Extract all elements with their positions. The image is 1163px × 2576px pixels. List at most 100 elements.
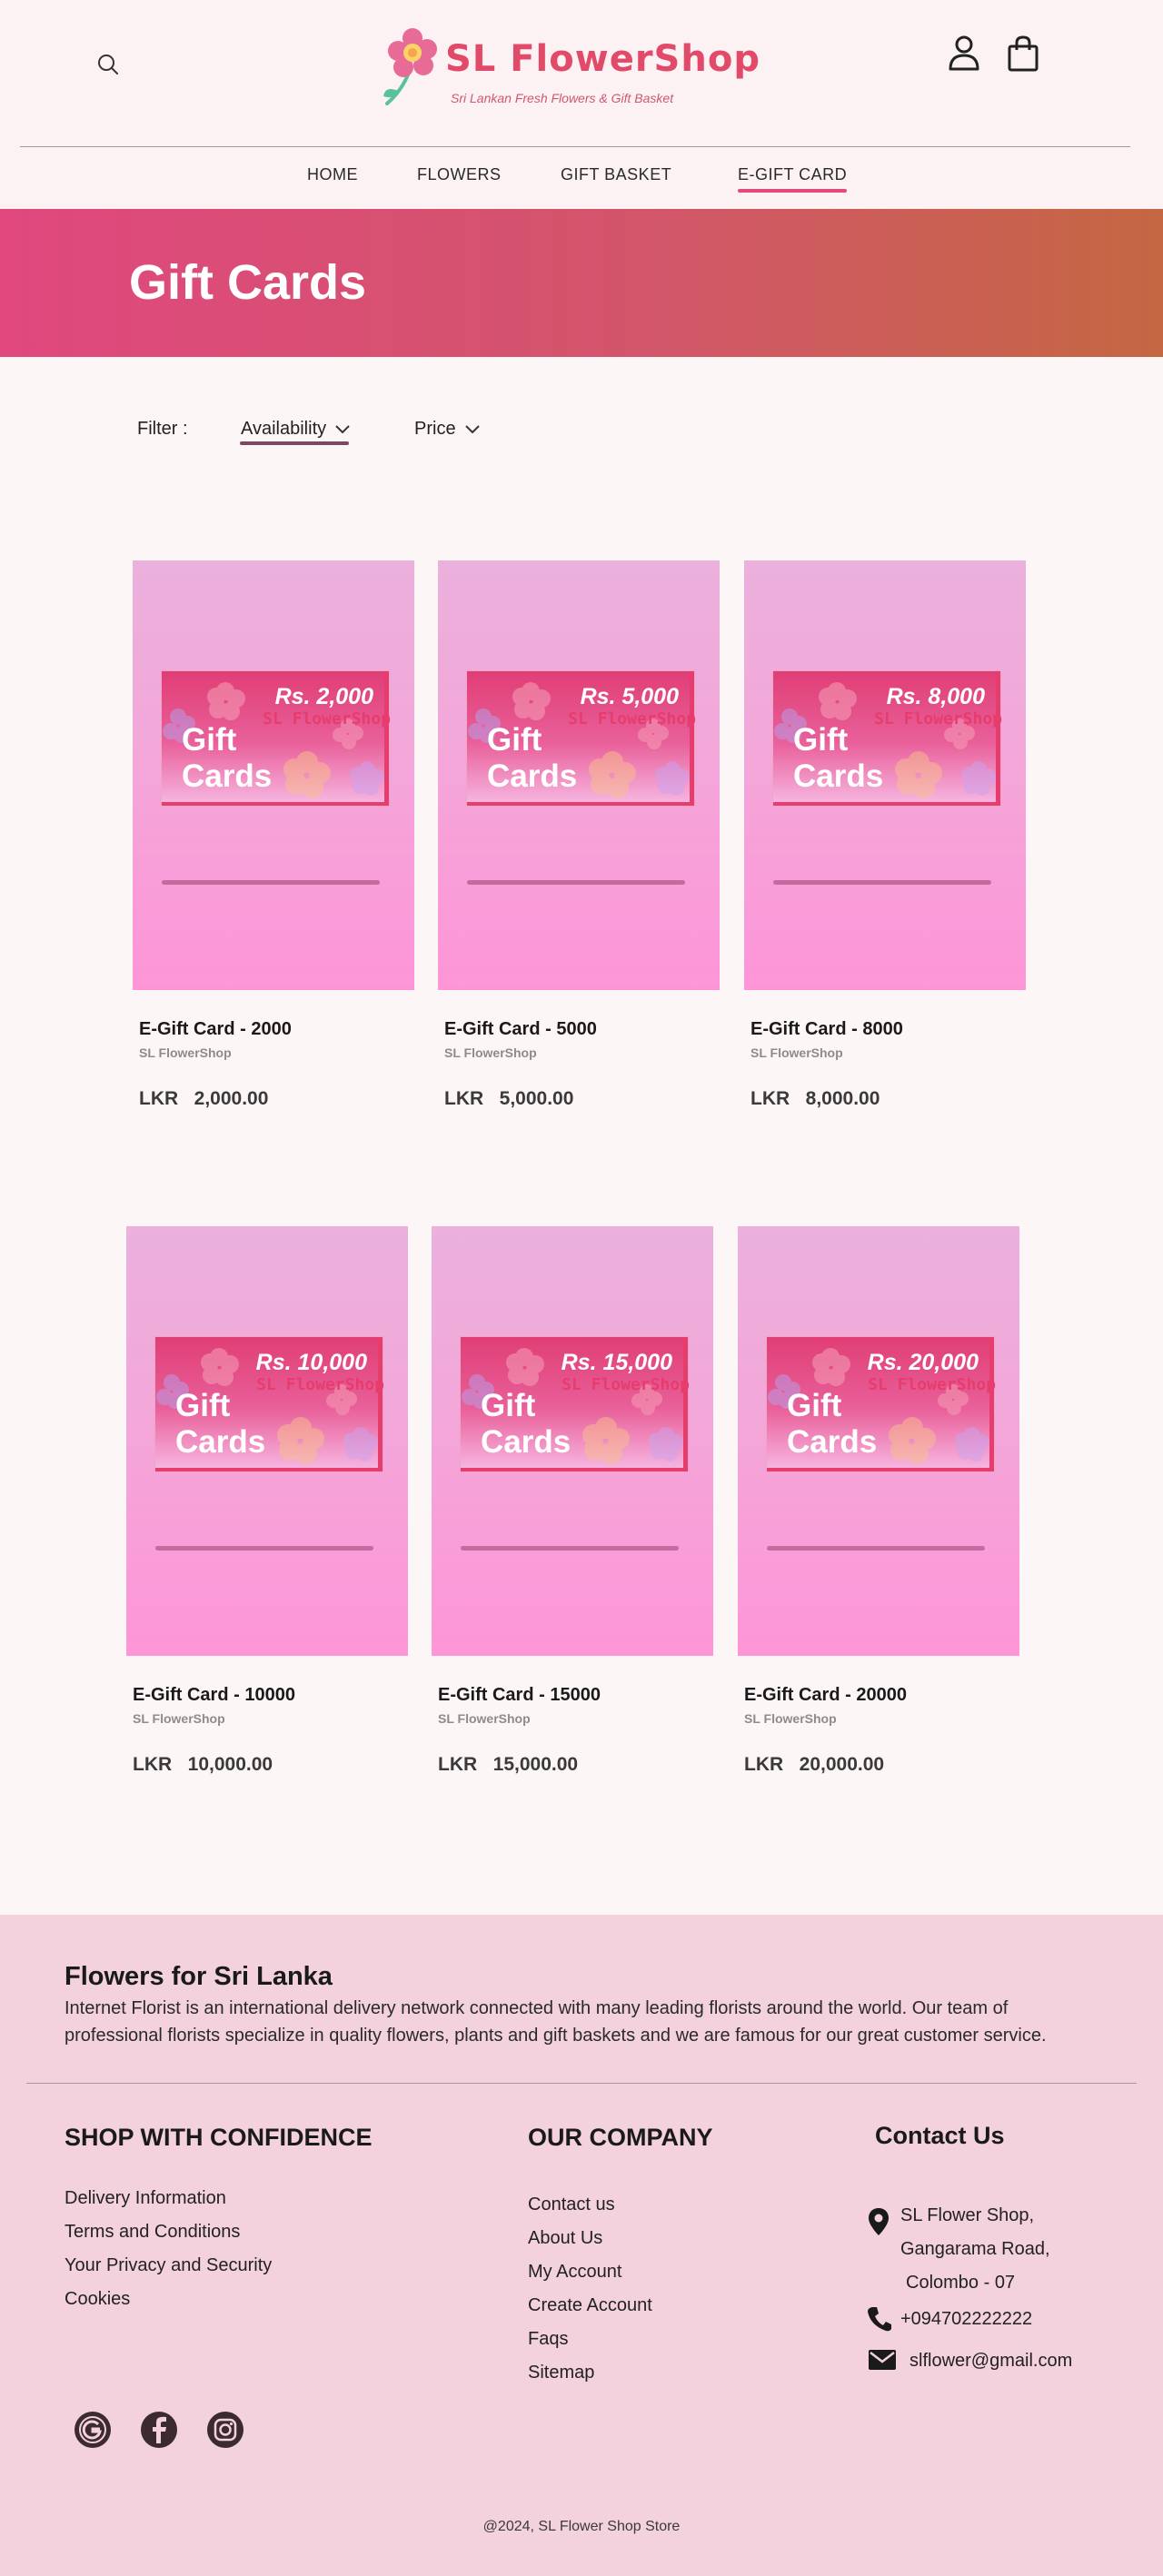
gift-card-graphic: Rs. 15,000 Gift Cards bbox=[461, 1337, 688, 1471]
gift-card-word-gift: Gift bbox=[487, 722, 542, 758]
product-card[interactable]: Rs. 2,000 Gift Cards SL FlowerShop E-Gif… bbox=[133, 560, 414, 1142]
product-name[interactable]: E-Gift Card - 2000 bbox=[139, 1019, 292, 1040]
link-terms-and-conditions[interactable]: Terms and Conditions bbox=[65, 2222, 240, 2243]
price-filter-label: Price bbox=[414, 419, 456, 439]
gift-card-shadow-line bbox=[773, 880, 991, 885]
chevron-down-icon bbox=[335, 425, 350, 434]
product-vendor: SL FlowerShop bbox=[744, 1711, 837, 1726]
copyright-text: @2024, SL Flower Shop Store bbox=[482, 2519, 681, 2534]
product-image[interactable]: Rs. 10,000 Gift Cards SL FlowerShop bbox=[126, 1226, 408, 1656]
product-card[interactable]: Rs. 5,000 Gift Cards SL FlowerShop E-Gif… bbox=[438, 560, 720, 1142]
gift-card-brand: SL FlowerShop bbox=[256, 1375, 384, 1394]
gift-card-amount: Rs. 20,000 bbox=[867, 1350, 979, 1375]
price-filter[interactable]: Price bbox=[414, 419, 480, 440]
site-footer: Flowers for Sri Lanka Internet Florist i… bbox=[0, 1915, 1163, 2576]
link-privacy-and-security[interactable]: Your Privacy and Security bbox=[65, 2255, 272, 2276]
link-my-account[interactable]: My Account bbox=[528, 2262, 621, 2283]
contact-us-heading: Contact Us bbox=[875, 2122, 1005, 2149]
main-nav: HOME FLOWERS GIFT BASKET E-GIFT CARD bbox=[0, 165, 1163, 198]
nav-home[interactable]: HOME bbox=[307, 165, 358, 184]
brand-subtitle: Sri Lankan Fresh Flowers & Gift Basket bbox=[451, 91, 674, 105]
product-card[interactable]: Rs. 15,000 Gift Cards SL FlowerShop E-Gi… bbox=[432, 1226, 713, 1808]
gift-card-shadow-line bbox=[461, 1546, 679, 1551]
product-name[interactable]: E-Gift Card - 8000 bbox=[750, 1019, 903, 1040]
gift-card-amount: Rs. 15,000 bbox=[561, 1350, 672, 1375]
link-delivery-information[interactable]: Delivery Information bbox=[65, 2188, 226, 2209]
gift-card-shadow-line bbox=[467, 880, 685, 885]
product-name[interactable]: E-Gift Card - 20000 bbox=[744, 1685, 907, 1706]
location-pin-icon bbox=[869, 2208, 889, 2235]
gift-card-graphic: Rs. 10,000 Gift Cards bbox=[155, 1337, 383, 1471]
gift-card-graphic: Rs. 8,000 Gift Cards bbox=[773, 671, 1000, 806]
user-icon[interactable] bbox=[948, 35, 980, 71]
gift-card-word-gift: Gift bbox=[793, 722, 849, 758]
product-price: LKR 5,000.00 bbox=[444, 1088, 574, 1109]
gift-card-word-cards: Cards bbox=[481, 1424, 572, 1460]
address-line-1: SL Flower Shop, bbox=[900, 2205, 1035, 2225]
nav-e-gift-card[interactable]: E-GIFT CARD bbox=[738, 165, 848, 193]
instagram-icon[interactable] bbox=[206, 2411, 244, 2449]
product-card[interactable]: Rs. 8,000 Gift Cards SL FlowerShop E-Gif… bbox=[744, 560, 1026, 1142]
product-vendor: SL FlowerShop bbox=[444, 1045, 537, 1060]
link-contact-us[interactable]: Contact us bbox=[528, 2195, 615, 2215]
product-price: LKR 8,000.00 bbox=[750, 1088, 880, 1109]
product-image[interactable]: Rs. 5,000 Gift Cards SL FlowerShop bbox=[438, 560, 720, 990]
link-create-account[interactable]: Create Account bbox=[528, 2295, 652, 2316]
nav-flowers[interactable]: FLOWERS bbox=[417, 165, 502, 184]
gift-card-amount: Rs. 5,000 bbox=[580, 684, 679, 709]
search-icon[interactable] bbox=[96, 53, 120, 76]
facebook-icon[interactable] bbox=[140, 2411, 178, 2449]
gift-card-brand: SL FlowerShop bbox=[868, 1375, 996, 1394]
product-vendor: SL FlowerShop bbox=[133, 1711, 225, 1726]
product-name[interactable]: E-Gift Card - 15000 bbox=[438, 1685, 601, 1706]
gift-card-word-cards: Cards bbox=[182, 758, 273, 794]
product-card[interactable]: Rs. 20,000 Gift Cards SL FlowerShop E-Gi… bbox=[738, 1226, 1019, 1808]
gift-card-amount: Rs. 10,000 bbox=[255, 1350, 367, 1375]
product-image[interactable]: Rs. 20,000 Gift Cards SL FlowerShop bbox=[738, 1226, 1019, 1656]
product-name[interactable]: E-Gift Card - 5000 bbox=[444, 1019, 597, 1040]
link-sitemap[interactable]: Sitemap bbox=[528, 2363, 594, 2383]
product-price: LKR 15,000.00 bbox=[438, 1754, 579, 1775]
brand-title: SL FlowerShop bbox=[445, 38, 760, 80]
gift-card-brand: SL FlowerShop bbox=[562, 1375, 690, 1394]
product-image[interactable]: Rs. 8,000 Gift Cards SL FlowerShop bbox=[744, 560, 1026, 990]
site-logo[interactable]: SL FlowerShop Sri Lankan Fresh Flowers &… bbox=[382, 25, 763, 113]
gift-card-word-gift: Gift bbox=[175, 1388, 231, 1423]
gift-card-word-gift: Gift bbox=[182, 722, 237, 758]
product-vendor: SL FlowerShop bbox=[438, 1711, 531, 1726]
product-image[interactable]: Rs. 15,000 Gift Cards SL FlowerShop bbox=[432, 1226, 713, 1656]
contact-email[interactable]: slflower@gmail.com bbox=[910, 2351, 1072, 2372]
email-icon bbox=[869, 2350, 896, 2370]
header-divider bbox=[20, 146, 1130, 147]
link-faqs[interactable]: Faqs bbox=[528, 2329, 568, 2350]
product-card[interactable]: Rs. 10,000 Gift Cards SL FlowerShop E-Gi… bbox=[126, 1226, 408, 1808]
availability-filter-label: Availability bbox=[241, 419, 327, 439]
availability-filter[interactable]: Availability bbox=[241, 419, 350, 440]
link-cookies[interactable]: Cookies bbox=[65, 2289, 130, 2310]
nav-gift-basket[interactable]: GIFT BASKET bbox=[561, 165, 671, 184]
product-price: LKR 20,000.00 bbox=[744, 1754, 885, 1775]
google-icon[interactable] bbox=[74, 2411, 112, 2449]
active-filter-underline bbox=[240, 441, 349, 445]
chevron-down-icon bbox=[464, 425, 480, 434]
shop-with-confidence-heading: SHOP WITH CONFIDENCE bbox=[65, 2124, 373, 2151]
link-about-us[interactable]: About Us bbox=[528, 2228, 602, 2249]
product-name[interactable]: E-Gift Card - 10000 bbox=[133, 1685, 295, 1706]
footer-divider bbox=[26, 2083, 1137, 2084]
contact-phone[interactable]: +094702222222 bbox=[900, 2309, 1032, 2330]
filter-label: Filter : bbox=[137, 419, 188, 439]
product-vendor: SL FlowerShop bbox=[750, 1045, 843, 1060]
gift-card-word-cards: Cards bbox=[787, 1424, 878, 1460]
gift-card-graphic: Rs. 20,000 Gift Cards bbox=[767, 1337, 994, 1471]
page-title: Gift Cards bbox=[129, 255, 367, 310]
address-line-3: Colombo - 07 bbox=[906, 2273, 1016, 2293]
gift-card-word-gift: Gift bbox=[787, 1388, 842, 1423]
product-image[interactable]: Rs. 2,000 Gift Cards SL FlowerShop bbox=[133, 560, 414, 990]
shopping-bag-icon[interactable] bbox=[1007, 35, 1039, 73]
product-price: LKR 10,000.00 bbox=[133, 1754, 273, 1775]
gift-card-word-gift: Gift bbox=[481, 1388, 536, 1423]
gift-card-shadow-line bbox=[162, 880, 380, 885]
gift-card-brand: SL FlowerShop bbox=[263, 709, 391, 728]
flower-logo-icon bbox=[383, 28, 437, 105]
gift-card-shadow-line bbox=[155, 1546, 373, 1551]
